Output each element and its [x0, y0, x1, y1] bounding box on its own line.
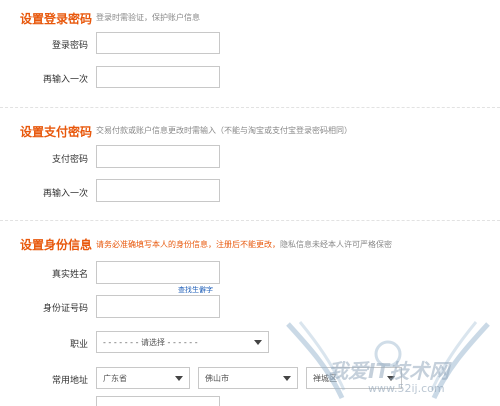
login-section-subtitle: 登录时需验证，保护账户信息: [96, 13, 200, 22]
address-label: 常用地址: [51, 376, 88, 386]
occupation-label: 职业: [69, 340, 88, 350]
city-select-value: 佛山市: [205, 373, 229, 383]
payment-password-input[interactable]: [96, 145, 220, 168]
login-confirm-input[interactable]: [96, 66, 220, 88]
login-confirm-label: 再输入一次: [42, 75, 88, 85]
find-rare-char-link[interactable]: 查找生僻字: [178, 285, 213, 295]
street-address-input[interactable]: [96, 396, 220, 406]
real-name-input[interactable]: [96, 261, 220, 284]
identity-privacy-text: 隐私信息未经本人许可严格保密: [280, 240, 392, 249]
identity-section-subtitle: 请务必准确填写本人的身份信息，注册后不能更改，隐私信息未经本人许可严格保密: [96, 239, 392, 250]
province-select[interactable]: 广东省: [96, 367, 190, 389]
watermark-text: 我爱IT技术网: [328, 359, 450, 383]
payment-password-label: 支付密码: [51, 155, 88, 165]
section-divider: [0, 107, 500, 108]
real-name-label: 真实姓名: [51, 270, 88, 280]
payment-confirm-label: 再输入一次: [42, 189, 88, 199]
watermark-url: www.52ij.com: [368, 382, 445, 395]
identity-warning-text: 请务必准确填写本人的身份信息，注册后不能更改，: [96, 240, 280, 249]
id-number-label: 身份证号码: [42, 304, 88, 314]
chevron-down-icon: [175, 376, 183, 381]
province-select-value: 广东省: [103, 373, 127, 383]
section-divider: [0, 220, 500, 221]
login-password-label: 登录密码: [51, 41, 88, 51]
payment-confirm-input[interactable]: [96, 179, 220, 202]
identity-section-title: 设置身份信息: [20, 238, 93, 252]
occupation-select[interactable]: - - - - - - - 请选择 - - - - - -: [96, 331, 269, 353]
login-password-input[interactable]: [96, 32, 220, 54]
id-number-input[interactable]: [96, 295, 220, 318]
chevron-down-icon: [254, 340, 262, 345]
occupation-select-value: - - - - - - - 请选择 - - - - - -: [103, 337, 198, 347]
payment-section-title: 设置支付密码: [20, 125, 93, 139]
payment-section-subtitle: 交易付款或账户信息更改时需输入（不能与淘宝或支付宝登录密码相同）: [96, 126, 352, 135]
login-section-title: 设置登录密码: [20, 12, 93, 26]
